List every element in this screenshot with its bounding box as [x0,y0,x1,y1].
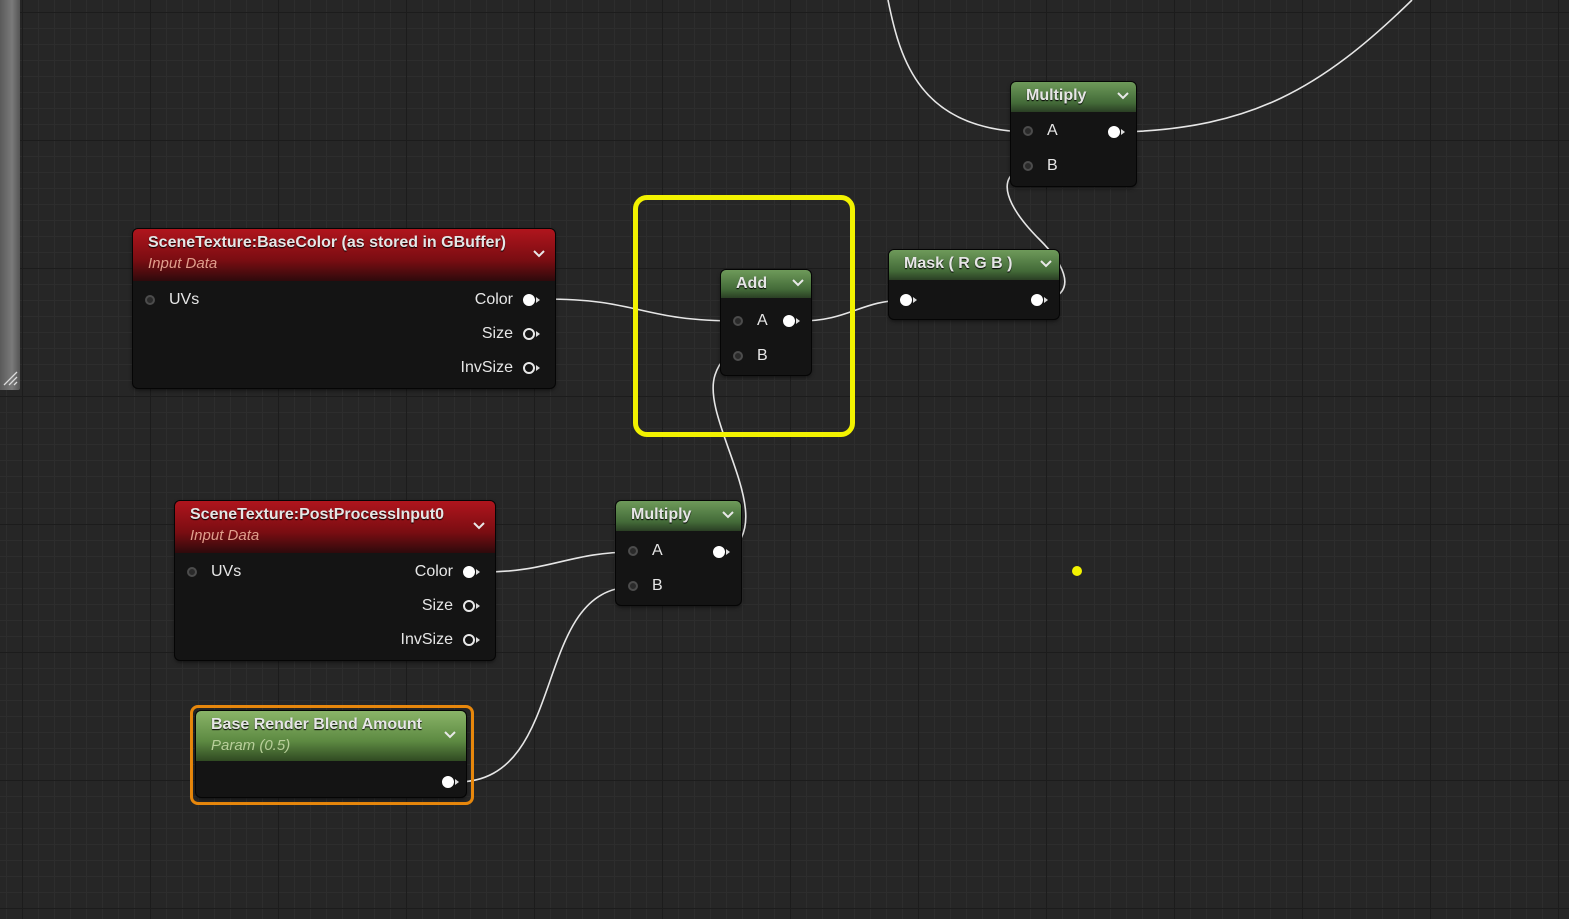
node-title: Multiply [1026,87,1087,104]
input-pin-b[interactable]: B [733,347,768,367]
node-title: Mask ( R G B ) [904,255,1013,272]
output-pin-invsize[interactable]: InvSize [423,359,543,379]
node-subtitle: Input Data [148,255,218,272]
chevron-down-icon[interactable] [1116,89,1130,103]
pin-dot[interactable] [523,362,540,374]
output-pin[interactable] [713,546,730,558]
pin-label: B [1047,157,1058,174]
pin-dot[interactable] [733,351,743,361]
chevron-down-icon[interactable] [532,247,546,261]
pin-dot[interactable] [628,581,638,591]
node-base-render-blend-amount[interactable]: Base Render Blend Amount Param (0.5) [196,711,466,797]
output-pin-size[interactable]: Size [423,325,543,345]
pin-dot[interactable] [1023,126,1033,136]
pin-dot[interactable] [1023,161,1033,171]
pin-label: B [757,347,768,364]
pin-label: A [652,542,663,559]
node-title: Add [736,275,768,292]
node-subtitle: Input Data [190,527,260,544]
pin-dot[interactable] [523,328,540,340]
wire-multiply-top-out [1123,0,1413,133]
pin-dot[interactable] [145,295,155,305]
pin-label: Size [421,597,453,614]
pin-dot[interactable] [733,316,743,326]
output-pin-color[interactable]: Color [363,563,483,583]
node-title: Base Render Blend Amount [211,716,422,733]
node-title: SceneTexture:BaseColor (as stored in GBu… [148,234,507,251]
pin-label: InvSize [400,631,453,648]
node-subtitle: Param (0.5) [211,737,291,754]
wire-top-to-multiply-a [887,0,1029,133]
node-title: SceneTexture:PostProcessInput0 [190,506,445,523]
chevron-down-icon[interactable] [443,728,457,742]
pin-dot[interactable] [628,546,638,556]
output-pin-invsize[interactable]: InvSize [363,631,483,651]
output-pin[interactable] [442,776,459,788]
input-pin-b[interactable]: B [1023,157,1058,177]
output-pin-color[interactable]: Color [423,291,543,311]
node-add[interactable]: Add A B [721,270,811,375]
pin-label: A [1047,122,1058,139]
pin-label: InvSize [460,359,513,376]
pin-label: Color [474,291,513,308]
pin-dot[interactable] [463,634,480,646]
input-pin[interactable] [900,294,917,306]
chevron-down-icon[interactable] [791,276,805,290]
input-pin-a[interactable]: A [1023,122,1058,142]
yellow-marker [1072,566,1082,576]
output-pin[interactable] [783,315,800,327]
node-scenetexture-basecolor[interactable]: SceneTexture:BaseColor (as stored in GBu… [133,229,555,388]
pin-dot[interactable] [463,600,480,612]
node-title: Multiply [631,506,692,523]
input-pin-b[interactable]: B [628,577,663,597]
node-multiply-top[interactable]: Multiply A B [1011,82,1136,186]
input-pin-a[interactable]: A [733,312,768,332]
pin-label: A [757,312,768,329]
resize-grip-icon[interactable] [2,370,18,386]
input-pin-a[interactable]: A [628,542,663,562]
output-pin[interactable] [1031,294,1048,306]
pin-label: B [652,577,663,594]
pin-dot[interactable] [523,294,540,306]
node-scenetexture-postprocess[interactable]: SceneTexture:PostProcessInput0 Input Dat… [175,501,495,660]
node-multiply-bottom[interactable]: Multiply A B [616,501,741,605]
wire-postprocess-to-multiply-a [483,551,634,573]
pin-label: Size [481,325,513,342]
chevron-down-icon[interactable] [721,508,735,522]
chevron-down-icon[interactable] [472,519,486,533]
pin-label: Color [414,563,453,580]
pin-dot[interactable] [463,566,480,578]
output-pin[interactable] [1108,126,1125,138]
output-pin-size[interactable]: Size [363,597,483,617]
pin-label: UVs [169,291,200,308]
node-mask-rgb[interactable]: Mask ( R G B ) [889,250,1059,319]
pin-label: UVs [211,563,242,580]
chevron-down-icon[interactable] [1039,257,1053,271]
side-panel-edge[interactable] [0,0,20,390]
pin-dot[interactable] [187,567,197,577]
